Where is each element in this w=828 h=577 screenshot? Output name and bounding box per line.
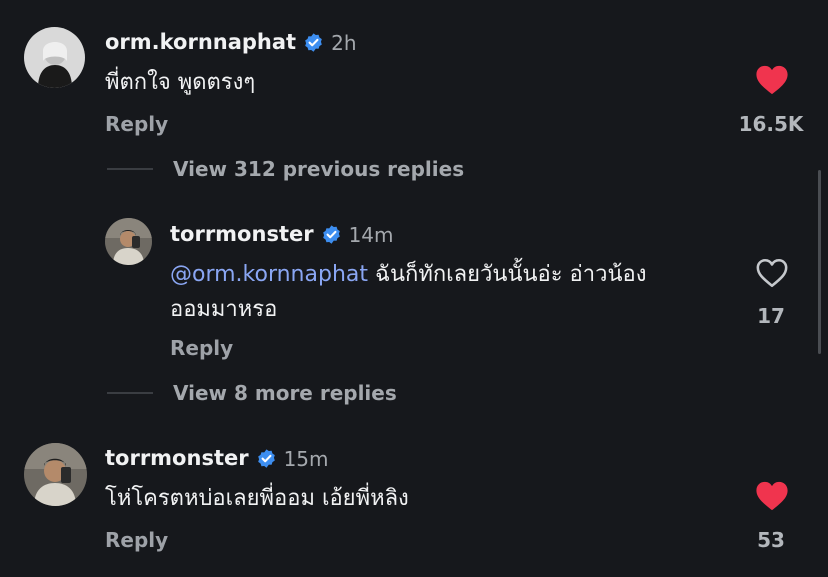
scrollbar[interactable]	[818, 170, 821, 354]
heart-filled-icon[interactable]	[755, 64, 789, 96]
heart-filled-icon[interactable]	[755, 480, 789, 512]
mention-link[interactable]: @orm.kornnaphat	[170, 262, 368, 287]
reply-button[interactable]: Reply	[105, 114, 168, 134]
comment-text-line: ออมมาหรอ	[170, 297, 278, 322]
view-previous-replies-label: View 312 previous replies	[173, 157, 465, 181]
comment-time: 2h	[331, 30, 357, 55]
divider-line	[107, 168, 153, 170]
divider-line	[107, 392, 153, 394]
reply-button[interactable]: Reply	[105, 530, 168, 550]
verified-badge-icon	[256, 448, 277, 469]
view-more-replies-label: View 8 more replies	[173, 381, 397, 405]
comment-time: 15m	[283, 446, 329, 471]
heart-outline-icon[interactable]	[755, 257, 789, 289]
reply-button[interactable]: Reply	[170, 338, 233, 358]
comment-username[interactable]: torrmonster 14m	[170, 224, 394, 245]
comment-text-line: ฉันก็ทักเลยวันนั้นอ่ะ อ่าวน้อง	[368, 262, 647, 287]
comment-text: @orm.kornnaphat ฉันก็ทักเลยวันนั้นอ่ะ อ่…	[170, 257, 646, 327]
like-count: 16.5K	[738, 112, 804, 136]
avatar[interactable]	[24, 443, 87, 506]
avatar[interactable]	[24, 27, 85, 88]
comment-username[interactable]: orm.kornnaphat 2h	[105, 32, 357, 53]
like-count: 17	[757, 304, 785, 328]
verified-badge-icon	[321, 224, 342, 245]
view-previous-replies-button[interactable]: View 312 previous replies	[107, 159, 464, 179]
comment-text: พี่ตกใจ พูดตรงๆ	[105, 70, 256, 95]
verified-badge-icon	[303, 32, 324, 53]
comment-text: โห่โครตหบ่อเลยพี่ออม เอ้ยพี่หลิง	[105, 486, 409, 511]
like-count: 53	[757, 528, 785, 552]
comment-thread: orm.kornnaphat 2h พี่ตกใจ พูดตรงๆ Reply …	[0, 0, 828, 577]
view-more-replies-button[interactable]: View 8 more replies	[107, 383, 397, 403]
avatar[interactable]	[105, 218, 152, 265]
comment-time: 14m	[348, 222, 394, 247]
comment-username[interactable]: torrmonster 15m	[105, 448, 329, 469]
